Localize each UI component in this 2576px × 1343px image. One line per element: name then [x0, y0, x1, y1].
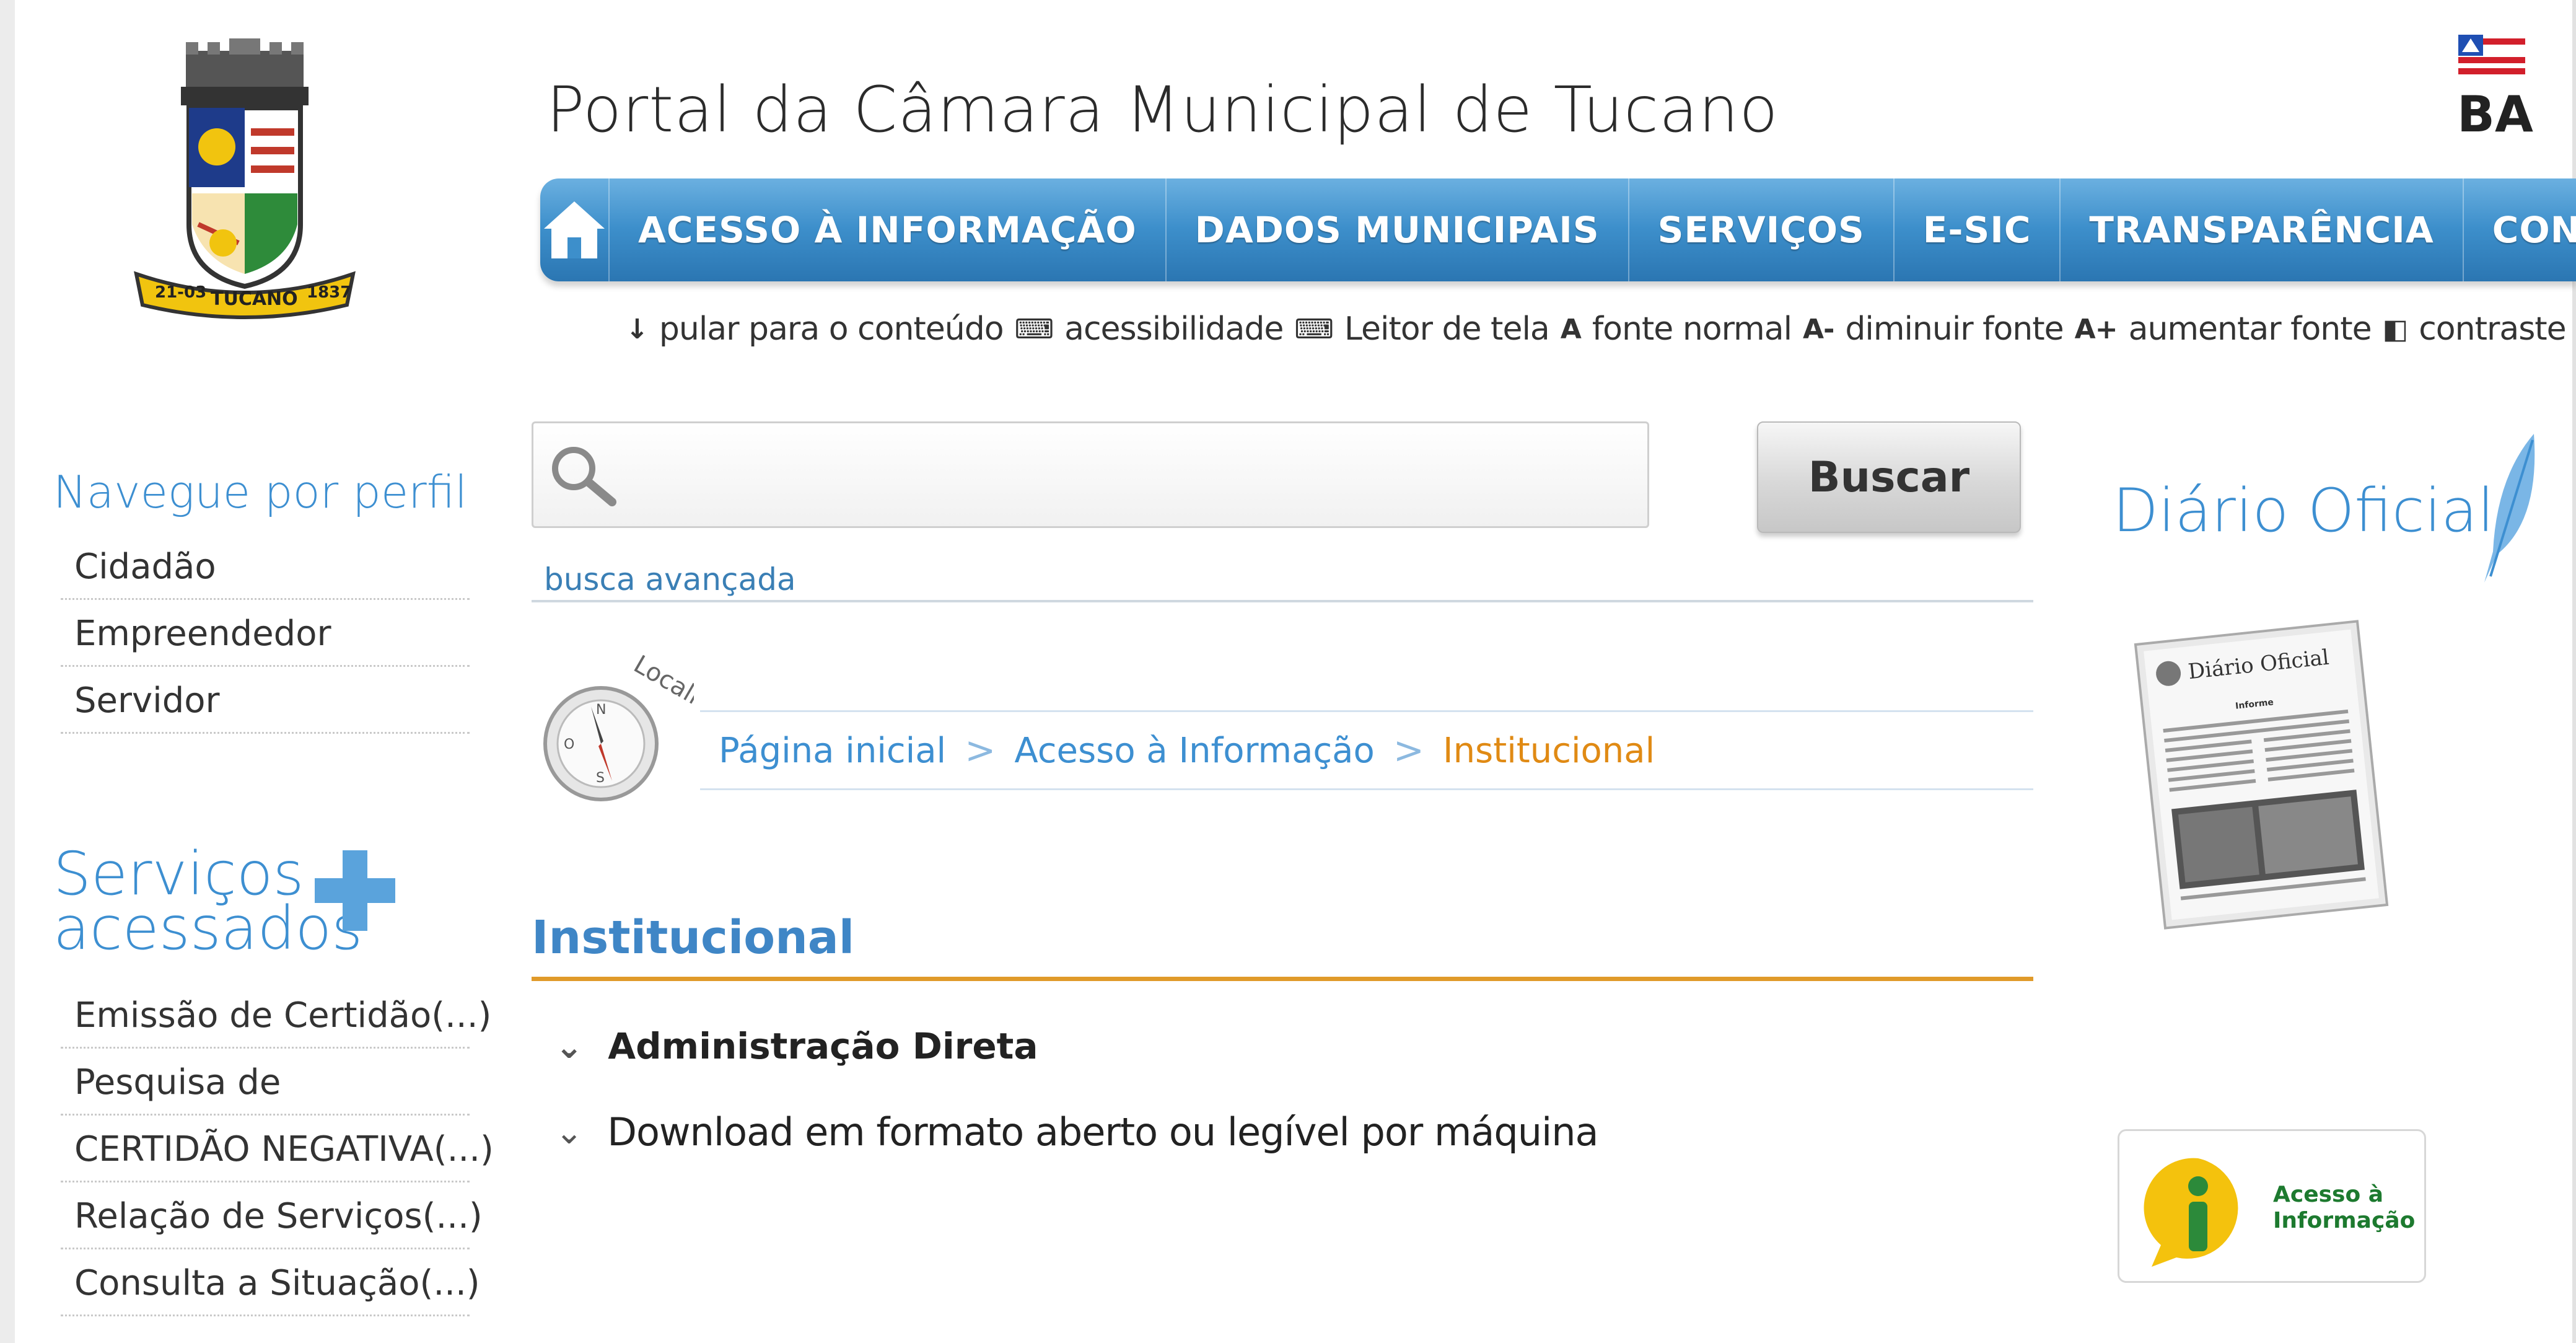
accessibility-bar: ↓ pular para o conteúdo ⌨ acessibilidade…	[626, 307, 2567, 351]
font-normal-icon: A	[1560, 313, 1582, 345]
portal-title: Portal da Câmara Municipal de Tucano	[546, 73, 1779, 147]
profile-nav-title: Navegue por perfil	[53, 466, 468, 518]
diario-oficial-title[interactable]: Diário Oficial	[2113, 476, 2494, 545]
breadcrumb-acesso-link[interactable]: Acesso à Informação	[1014, 731, 1374, 771]
acesso-informacao-label: Acesso à Informação	[2273, 1182, 2416, 1233]
screen-reader-link[interactable]: Leitor de tela	[1344, 310, 1550, 348]
municipal-crest-logo[interactable]: 21-03 TUCANO 1837	[130, 38, 359, 324]
nav-e-sic[interactable]: E-SIC	[1895, 178, 2061, 281]
search-button[interactable]: Buscar	[1757, 421, 2021, 533]
bahia-state-badge[interactable]: BA	[2457, 35, 2533, 143]
profile-item-servidor[interactable]: Servidor	[61, 667, 470, 734]
main-nav: ACESSO À INFORMAÇÃO DADOS MUNICIPAIS SER…	[540, 178, 2576, 281]
contrast-icon: ◧	[2382, 313, 2409, 345]
font-smaller-icon: A-	[1803, 313, 1834, 345]
breadcrumb-home-link[interactable]: Página inicial	[719, 731, 946, 771]
breadcrumb: Página inicial > Acesso à Informação > I…	[719, 729, 1655, 772]
compass-icon: N O S Localize-se	[543, 651, 694, 801]
page-title: Institucional	[532, 911, 855, 964]
nav-servicos[interactable]: SERVIÇOS	[1629, 178, 1895, 281]
chevron-down-icon: ⌄	[555, 1026, 584, 1066]
nav-dados-municipais[interactable]: DADOS MUNICIPAIS	[1167, 178, 1629, 281]
breadcrumb-current: Institucional	[1443, 730, 1655, 771]
profile-list: Cidadão Empreendedor Servidor	[61, 533, 470, 734]
search-icon	[552, 447, 616, 506]
accordion-label: Administração Direta	[608, 1025, 1038, 1067]
feather-icon	[2484, 434, 2535, 583]
divider	[700, 710, 2033, 712]
service-item[interactable]: Relação de Serviços(...)	[61, 1182, 483, 1249]
svg-text:N: N	[596, 702, 606, 718]
accessibility-link[interactable]: acessibilidade	[1064, 310, 1284, 348]
chevron-right-icon: >	[965, 729, 996, 772]
nav-acesso-informacao[interactable]: ACESSO À INFORMAÇÃO	[610, 178, 1167, 281]
diario-oficial-newspaper[interactable]: Diário Oficial Informe	[2125, 607, 2398, 942]
nav-transparencia[interactable]: TRANSPARÊNCIA	[2061, 178, 2464, 281]
font-bigger-icon: A+	[2074, 313, 2118, 345]
service-item[interactable]: Emissão de Certidão(...)	[61, 982, 491, 1049]
svg-text:S: S	[596, 770, 605, 786]
svg-text:1837: 1837	[307, 283, 351, 302]
service-item[interactable]: Pesquisa de	[61, 1049, 470, 1116]
font-smaller-link[interactable]: diminuir fonte	[1845, 310, 2064, 348]
info-icon	[2144, 1158, 2238, 1267]
accordion-administracao-direta[interactable]: ⌄ Administração Direta	[555, 1025, 1038, 1067]
contrast-link[interactable]: contraste	[2419, 310, 2566, 348]
service-item[interactable]: CERTIDÃO NEGATIVA(...)	[61, 1116, 494, 1182]
laptop-icon: ⌨	[1294, 313, 1334, 345]
skip-to-content-link[interactable]: pular para o conteúdo	[659, 310, 1004, 348]
search-input[interactable]	[532, 421, 1649, 528]
profile-item-cidadao[interactable]: Cidadão	[61, 533, 470, 600]
service-item[interactable]: Consulta a Situação(...)	[61, 1249, 480, 1316]
nav-contato[interactable]: CONTATO	[2464, 178, 2576, 281]
divider	[532, 977, 2033, 981]
bahia-flag-icon	[2458, 35, 2525, 74]
divider	[532, 600, 2033, 602]
font-normal-link[interactable]: fonte normal	[1592, 310, 1792, 348]
nav-home-button[interactable]	[540, 178, 610, 281]
profile-item-empreendedor[interactable]: Empreendedor	[61, 600, 470, 667]
svg-text:O: O	[564, 737, 574, 752]
advanced-search-link[interactable]: busca avançada	[544, 561, 796, 597]
divider	[700, 788, 2033, 790]
plus-icon	[315, 850, 395, 931]
arrow-down-icon: ↓	[626, 313, 649, 345]
accordion-download[interactable]: ⌄ Download em formato aberto ou legível …	[555, 1109, 1599, 1155]
laptop-icon: ⌨	[1014, 313, 1054, 345]
acesso-informacao-badge[interactable]: Acesso à Informação	[2118, 1129, 2426, 1283]
state-label: BA	[2457, 86, 2533, 143]
chevron-right-icon: >	[1393, 729, 1425, 772]
home-icon	[544, 201, 605, 258]
svg-text:TUCANO: TUCANO	[211, 288, 298, 310]
accordion-label: Download em formato aberto ou legível po…	[607, 1109, 1598, 1155]
svg-text:21-03: 21-03	[155, 283, 206, 302]
services-list: Emissão de Certidão(...) Pesquisa de CER…	[61, 982, 494, 1316]
font-bigger-link[interactable]: aumentar fonte	[2129, 310, 2372, 348]
chevron-down-icon: ⌄	[555, 1112, 583, 1151]
